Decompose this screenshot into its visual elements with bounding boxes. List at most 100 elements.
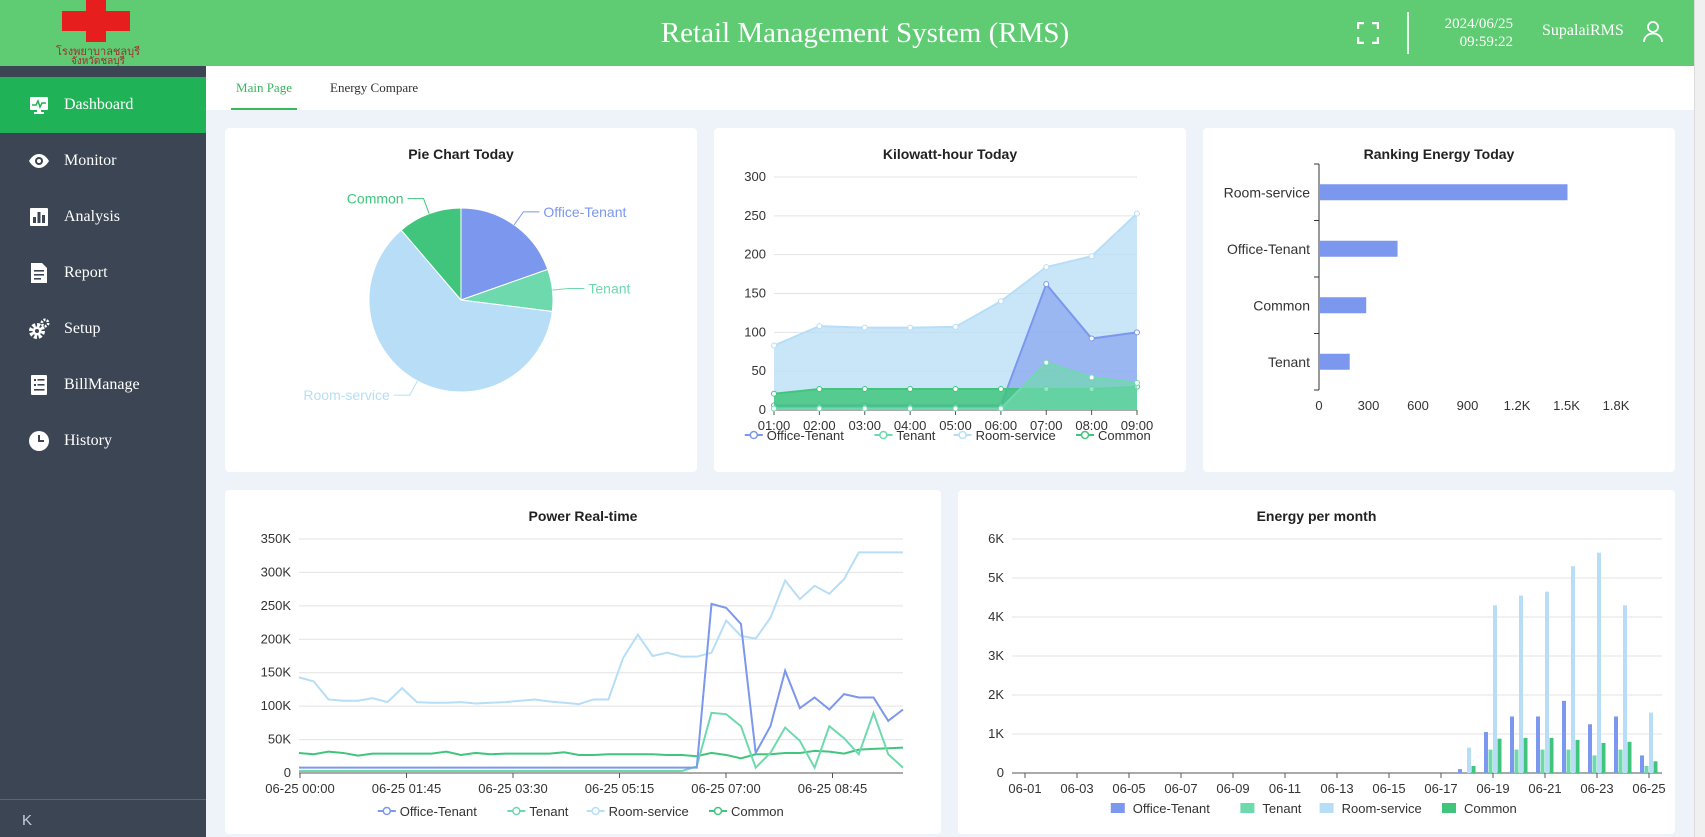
pie-label-line-office-tenant [513, 211, 540, 226]
tab-energy-compare[interactable]: Energy Compare [330, 66, 418, 110]
data-point-tenant [771, 405, 777, 412]
legend-swatch-room-service [1319, 803, 1334, 813]
data-point-room-service [907, 324, 914, 331]
sidebar-item-billmanage[interactable]: BillManage [0, 357, 206, 413]
y-tick-label: 50K [268, 732, 291, 747]
series-line-office-tenant [299, 602, 904, 769]
bar-tenant [1488, 749, 1493, 773]
bar-room-service [1320, 184, 1568, 201]
data-point-tenant [1043, 359, 1050, 366]
y-tick-label: 300 [744, 169, 766, 184]
legend-label-tenant: Tenant [1262, 801, 1301, 816]
sidebar-item-label: Setup [64, 320, 101, 337]
data-point-office-tenant [1134, 329, 1140, 336]
eye-icon [29, 154, 49, 168]
legend-label-tenant: Tenant [529, 804, 568, 819]
user-icon[interactable] [1641, 19, 1665, 43]
y-tick-label: 350K [261, 531, 292, 546]
x-tick-label: 06-13 [1320, 781, 1353, 796]
bar-office-tenant [1536, 716, 1540, 773]
legend-marker-office-tenant [382, 806, 392, 816]
gear-icon [29, 318, 50, 339]
datetime-display: 2024/06/25 09:59:22 [1420, 15, 1513, 51]
pie-label-line-tenant [552, 287, 585, 291]
data-point-tenant [952, 405, 959, 412]
x-tick-label: 06-05 [1112, 781, 1145, 796]
monitor-icon [30, 97, 48, 114]
legend-swatch-office-tenant [1110, 803, 1125, 813]
bar-tenant [1566, 749, 1571, 773]
sidebar-item-monitor[interactable]: Monitor [0, 133, 206, 189]
legend-marker-tenant [879, 430, 888, 440]
bar-room-service [1467, 747, 1471, 773]
y-tick-label: 6K [988, 531, 1004, 546]
sidebar-item-setup[interactable]: Setup [0, 301, 206, 357]
bar-room-service [1545, 591, 1549, 773]
legend-marker-common [713, 806, 723, 816]
bar-common [1575, 739, 1580, 773]
legend-marker-office-tenant [749, 430, 759, 440]
legend-label-office-tenant: Office-Tenant [400, 804, 477, 819]
bar-common [1497, 738, 1502, 773]
x-tick-label: 06-25 03:30 [478, 781, 547, 796]
bar-chart-icon [30, 208, 48, 226]
sidebar: Dashboard Monitor Analysis Report Setup [0, 66, 206, 837]
y-tick-label: 0 [284, 765, 291, 780]
category-label: Tenant [1268, 354, 1310, 370]
sidebar-item-label: BillManage [64, 376, 140, 393]
ranking-bar-chart: Room-service Office-Tenant Common Tenant 0 30… [1224, 163, 1630, 413]
x-tick-label: 06-07 [1164, 781, 1197, 796]
category-label: Room-service [1224, 184, 1311, 200]
series-line-tenant [299, 709, 904, 772]
username-label[interactable]: SupalaiRMS [1542, 22, 1624, 40]
monthly-chart-card: Energy per month 0 1K 2K 3K 4K 5K 6K 06-01 06-03… [958, 490, 1675, 834]
monthly-bar-chart: 0 1K 2K 3K 4K 5K 6K 06-01 06-03 06-05 06-07 06-09 06… [988, 531, 1666, 816]
bar-common [1471, 765, 1476, 773]
hospital-logo: โรงพยาบาลชลบุรี จังหวัดชลบุรี [34, 0, 162, 67]
data-point-room-service [816, 323, 823, 330]
data-point-common [997, 386, 1004, 393]
data-point-common [771, 390, 777, 397]
tab-main-page[interactable]: Main Page [231, 66, 297, 110]
legend-label-common: Common [731, 804, 784, 819]
pie-label-office-tenant: Office-Tenant [543, 204, 626, 220]
x-tick-label: 900 [1457, 398, 1479, 413]
x-tick-label: 06-25 08:45 [798, 781, 867, 796]
page-scrollbar[interactable] [1694, 0, 1705, 837]
sidebar-item-history[interactable]: History [0, 413, 206, 469]
collapse-sidebar-button[interactable]: K [22, 812, 32, 829]
data-point-tenant [997, 405, 1004, 412]
sidebar-item-label: Report [64, 264, 108, 281]
pie-label-tenant: Tenant [588, 280, 630, 296]
app-title: Retail Management System (RMS) [660, 17, 1070, 49]
bar-common [1549, 737, 1554, 773]
bar-room-service [1649, 712, 1653, 773]
document-icon [31, 263, 47, 283]
x-tick-label: 06-25 00:00 [265, 781, 334, 796]
data-point-office-tenant [1043, 281, 1050, 288]
pie-label-line-common [407, 198, 430, 214]
data-point-room-service [1088, 253, 1095, 260]
bar-office-tenant [1320, 240, 1398, 257]
x-tick-label: 06-25 07:00 [691, 781, 760, 796]
sidebar-item-label: History [64, 432, 112, 449]
legend-marker-tenant [512, 806, 521, 816]
x-tick-label: 1.8K [1603, 398, 1630, 413]
x-tick-label: 06-03 [1060, 781, 1093, 796]
bar-tenant [1514, 749, 1519, 773]
fullscreen-icon[interactable] [1357, 22, 1379, 44]
sidebar-item-report[interactable]: Report [0, 245, 206, 301]
sidebar-item-dashboard[interactable]: Dashboard [0, 77, 206, 133]
sidebar-item-analysis[interactable]: Analysis [0, 189, 206, 245]
data-point-tenant [861, 405, 868, 412]
legend-label-room-service: Room-service [609, 804, 689, 819]
x-tick-label: 06-25 [1632, 781, 1665, 796]
bar-office-tenant [1458, 769, 1462, 773]
y-tick-label: 250 [744, 208, 766, 223]
y-tick-label: 2K [988, 687, 1004, 702]
y-tick-label: 200K [261, 631, 292, 646]
y-tick-label: 200 [744, 247, 766, 262]
sidebar-item-label: Monitor [64, 152, 117, 169]
y-tick-label: 0 [997, 765, 1004, 780]
y-tick-label: 150K [261, 665, 292, 680]
